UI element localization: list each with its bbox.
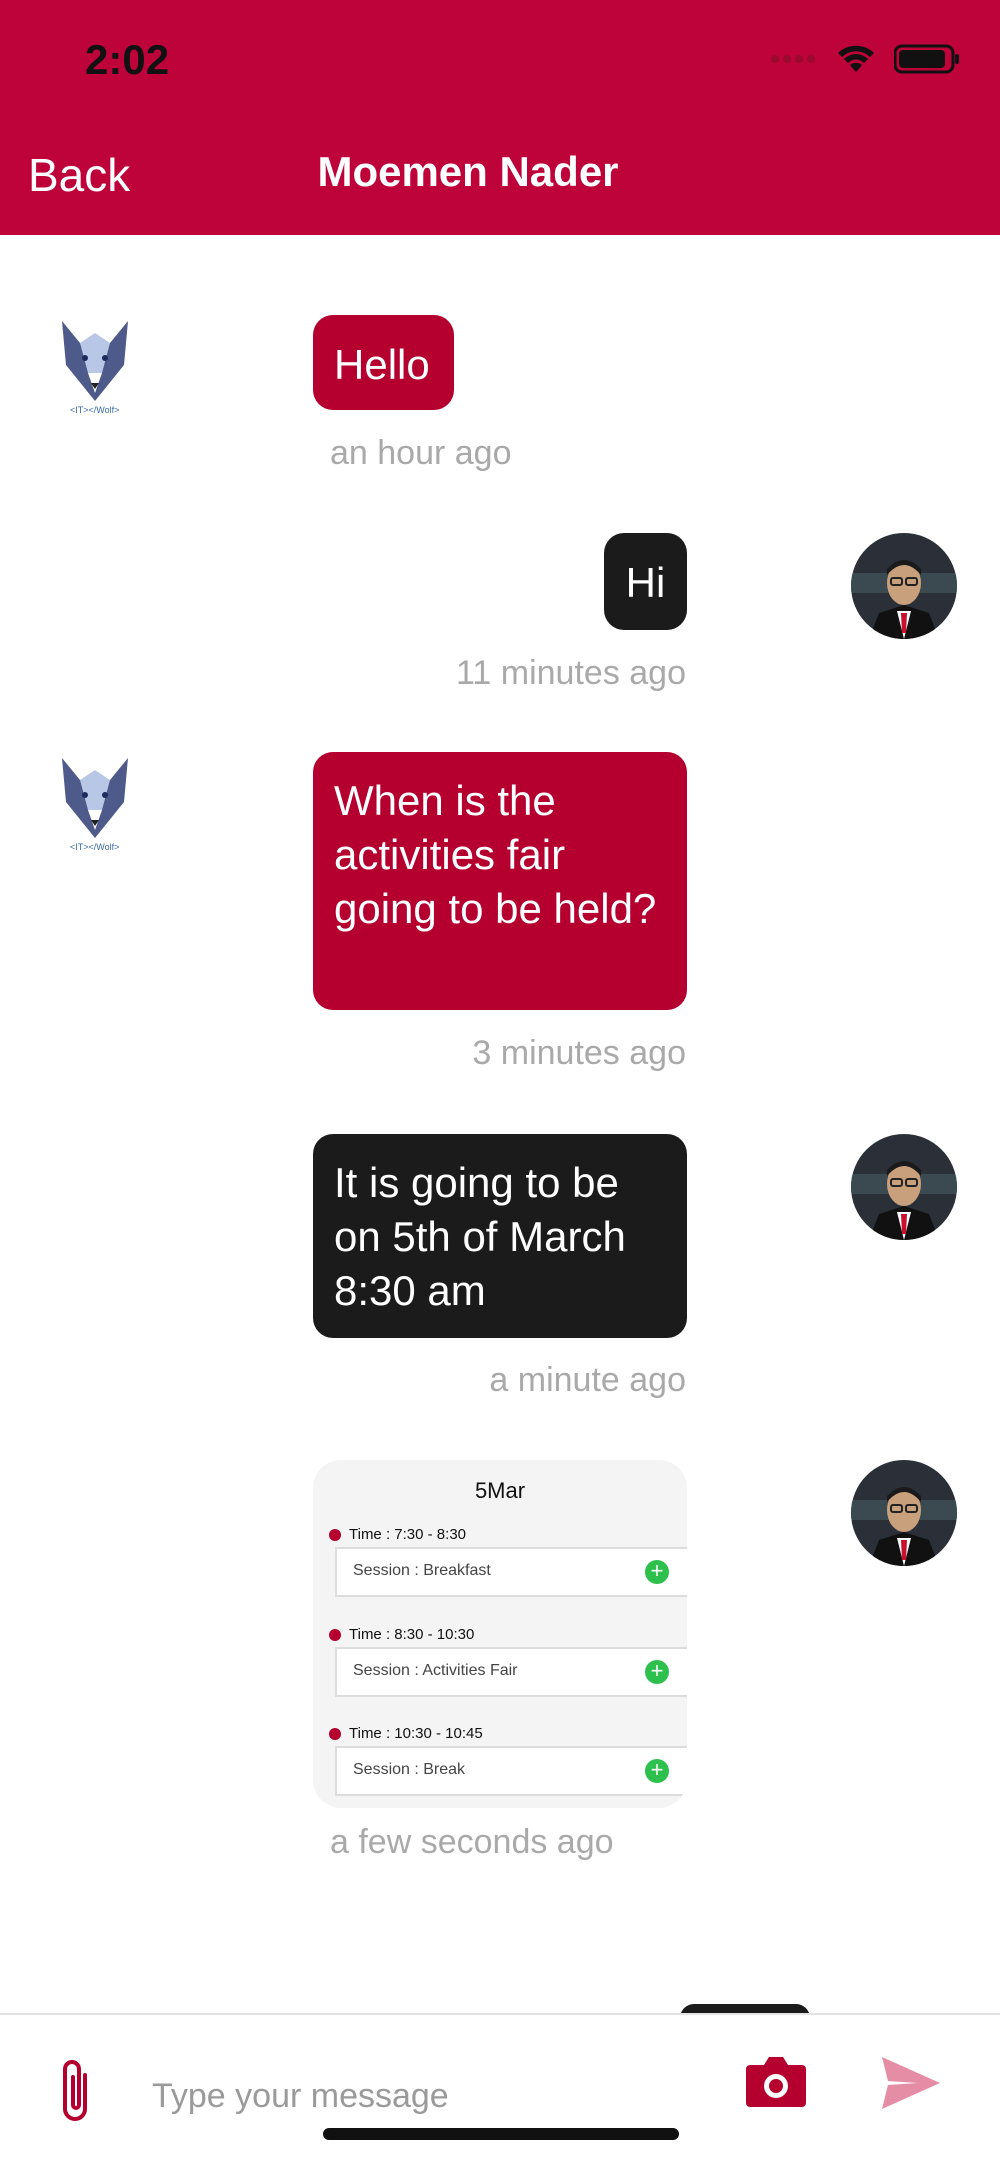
slot-time: Time : 7:30 - 8:30 <box>349 1526 466 1543</box>
message-bubble[interactable]: When is the activities fair going to be … <box>313 752 687 1010</box>
message-timestamp: 11 minutes ago <box>456 654 686 692</box>
user-avatar[interactable] <box>851 1134 957 1240</box>
wolf-logo-text: <IT></Wolf> <box>70 842 120 852</box>
profile-photo-icon <box>851 1134 957 1240</box>
timeline-dot <box>329 1728 341 1740</box>
message-text: Hello <box>334 341 430 388</box>
schedule-date: 5Mar <box>474 1478 526 1503</box>
camera-icon[interactable] <box>744 2051 808 2109</box>
message-timestamp: a minute ago <box>489 1361 686 1399</box>
profile-photo-icon <box>851 533 957 639</box>
timeline-dot <box>329 1529 341 1541</box>
session-label: Session : Break <box>353 1761 466 1778</box>
session-row[interactable]: Session : Breakfast + <box>335 1547 687 1597</box>
page-title: Moemen Nader <box>317 148 619 195</box>
user-avatar[interactable] <box>851 1460 957 1566</box>
message-bubble[interactable]: Hello <box>313 315 454 410</box>
slot-time: Time : 10:30 - 10:45 <box>349 1725 483 1742</box>
send-icon[interactable] <box>880 2055 942 2111</box>
home-indicator <box>323 2128 679 2140</box>
wifi-icon <box>838 45 874 72</box>
message-text: It is going to be on 5th of March 8:30 a… <box>334 1159 626 1314</box>
message-bubble[interactable]: It is going to be on 5th of March 8:30 a… <box>313 1134 687 1338</box>
session-label: Session : Breakfast <box>353 1562 491 1579</box>
wolf-avatar: <IT></Wolf> <box>40 313 150 423</box>
message-timestamp: 3 minutes ago <box>472 1034 686 1072</box>
app-header: 2:02 Back Moemen Nader <box>0 0 1000 235</box>
user-avatar[interactable] <box>851 533 957 639</box>
message-bubble[interactable]: Hi <box>604 533 687 630</box>
add-session-icon[interactable]: + <box>645 1560 669 1584</box>
add-session-icon[interactable]: + <box>645 1660 669 1684</box>
message-text: When is the activities fair going to be … <box>334 777 657 932</box>
timeline-dot <box>329 1629 341 1641</box>
add-session-icon[interactable]: + <box>645 1759 669 1783</box>
wolf-logo-text: <IT></Wolf> <box>70 405 120 415</box>
session-row[interactable]: Session : Activities Fair + <box>335 1647 687 1697</box>
message-composer <box>0 2013 1000 2169</box>
profile-photo-icon <box>851 1460 957 1566</box>
slot-time: Time : 8:30 - 10:30 <box>349 1626 475 1643</box>
schedule-card-message[interactable]: 5Mar Time : 7:30 - 8:30 Session : Breakf… <box>313 1460 687 1808</box>
battery-icon <box>894 44 959 74</box>
session-label: Session : Activities Fair <box>353 1662 518 1679</box>
paperclip-icon[interactable] <box>55 2055 99 2127</box>
message-text: Hi <box>625 559 666 606</box>
status-icons <box>770 44 960 74</box>
cellular-signal-icon <box>771 55 815 63</box>
status-time: 2:02 <box>85 36 170 83</box>
message-timestamp: a few seconds ago <box>330 1823 614 1861</box>
wolf-avatar: <IT></Wolf> <box>40 750 150 860</box>
message-timestamp: an hour ago <box>330 434 512 472</box>
session-row[interactable]: Session : Break + <box>335 1746 687 1796</box>
message-input[interactable] <box>150 2070 714 2122</box>
